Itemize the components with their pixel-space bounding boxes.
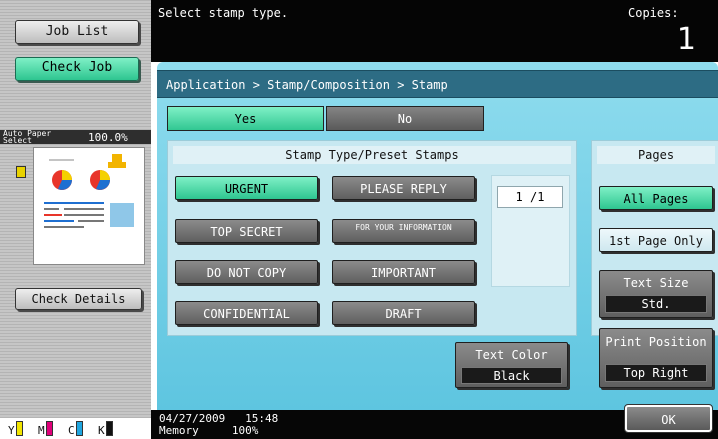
- check-details-button[interactable]: Check Details: [15, 288, 142, 310]
- all-pages-button[interactable]: All Pages: [599, 186, 713, 210]
- stamp-for-your-information-button[interactable]: FOR YOUR INFORMATION: [332, 219, 475, 243]
- toner-c-label: C: [68, 424, 75, 437]
- document-preview: [33, 147, 145, 265]
- breadcrumb: Application > Stamp/Composition > Stamp: [157, 70, 718, 98]
- stamp-top-secret-button[interactable]: TOP SECRET: [175, 219, 318, 243]
- pages-title: Pages: [597, 146, 715, 164]
- print-position-label: Print Position: [605, 335, 707, 349]
- text-size-button[interactable]: Text Size Std.: [599, 270, 713, 318]
- stamp-do-not-copy-button[interactable]: DO NOT COPY: [175, 260, 318, 284]
- zoom-value: 100.0%: [88, 131, 128, 144]
- first-page-only-button[interactable]: 1st Page Only: [599, 228, 713, 252]
- print-position-button[interactable]: Print Position Top Right: [599, 328, 713, 388]
- text-color-value: Black: [461, 367, 562, 384]
- stamp-please-reply-button[interactable]: PLEASE REPLY: [332, 176, 475, 200]
- paper-tray-icon: [16, 166, 26, 178]
- yes-button[interactable]: Yes: [167, 106, 324, 131]
- copies-value: 1: [676, 22, 696, 57]
- toner-y-label: Y: [8, 424, 15, 437]
- ok-button[interactable]: OK: [624, 404, 713, 433]
- message-bar: Select stamp type. Copies: 1: [151, 0, 718, 62]
- toner-c: C: [68, 421, 86, 437]
- copies-label: Copies:: [628, 6, 679, 20]
- stamp-draft-button[interactable]: DRAFT: [332, 301, 475, 325]
- stamp-confidential-button[interactable]: CONFIDENTIAL: [175, 301, 318, 325]
- paper-mode-label: Auto Paper Select: [3, 129, 52, 145]
- print-position-value: Top Right: [605, 364, 707, 382]
- stamp-type-title: Stamp Type/Preset Stamps: [173, 146, 571, 164]
- stamp-important-button[interactable]: IMPORTANT: [332, 260, 475, 284]
- job-list-button[interactable]: Job List: [15, 20, 139, 44]
- memory-label: Memory: [159, 424, 199, 437]
- toner-m: M: [38, 421, 56, 437]
- toner-m-label: M: [38, 424, 45, 437]
- toner-y: Y: [8, 421, 26, 437]
- no-button[interactable]: No: [326, 106, 484, 131]
- text-color-label: Text Color: [475, 348, 548, 362]
- toner-y-bar: [15, 421, 23, 436]
- date-time: 04/27/2009 15:48 Memory 100%: [159, 413, 278, 437]
- toner-k: K: [98, 421, 116, 437]
- toner-levels: Y M C K: [0, 418, 151, 439]
- toner-k-label: K: [98, 424, 105, 437]
- text-size-value: Std.: [605, 295, 707, 313]
- document-thumbnail-icon: [44, 154, 134, 228]
- toner-m-bar: [45, 421, 53, 436]
- memory-value: 100%: [231, 424, 259, 437]
- instruction-message: Select stamp type.: [158, 6, 289, 20]
- check-job-button[interactable]: Check Job: [15, 57, 139, 81]
- text-size-label: Text Size: [623, 276, 689, 290]
- page-counter: 1 /1: [497, 186, 563, 208]
- stamp-urgent-button[interactable]: URGENT: [175, 176, 318, 200]
- toner-k-bar: [105, 421, 113, 436]
- paper-status-strip: Auto Paper Select 100.0%: [0, 129, 151, 145]
- toner-c-bar: [75, 421, 83, 436]
- text-color-button[interactable]: Text Color Black: [455, 342, 568, 388]
